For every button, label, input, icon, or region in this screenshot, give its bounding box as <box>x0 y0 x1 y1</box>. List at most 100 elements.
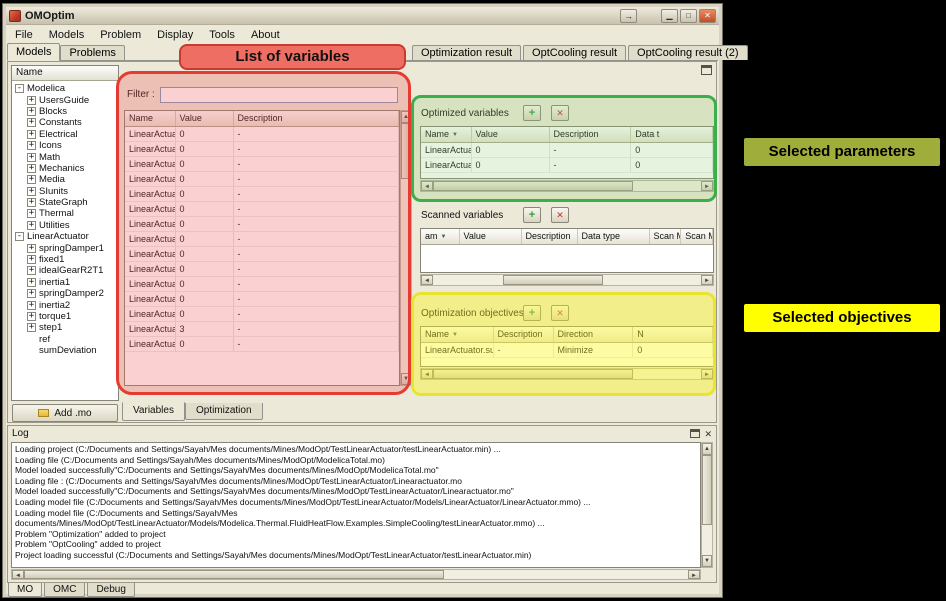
tree-expander-icon[interactable]: + <box>27 301 36 310</box>
tree-expander-icon[interactable]: + <box>27 278 36 287</box>
cell-description[interactable]: - <box>233 231 399 246</box>
remove-objective-button[interactable]: ✕ <box>551 305 569 321</box>
tree-item[interactable]: + Blocks <box>12 106 118 117</box>
tree-item[interactable]: + inertia1 <box>12 277 118 288</box>
cell-value[interactable]: 0 <box>175 261 233 276</box>
scrollbar-thumb[interactable] <box>433 369 633 379</box>
variable-row[interactable]: LinearActuator.springDamper2.stateSelect… <box>125 321 399 336</box>
cell-value[interactable]: 0 <box>175 141 233 156</box>
menu-item[interactable]: Tools <box>201 28 243 42</box>
cell-description[interactable]: - <box>233 201 399 216</box>
optimized-hscrollbar[interactable]: ◄ ► <box>420 180 714 192</box>
tree-item[interactable]: + Media <box>12 174 118 185</box>
objective-row[interactable]: LinearActuator.sumDeviation - Minimize 0 <box>421 342 713 357</box>
cell-description[interactable]: - <box>549 142 631 157</box>
cell-value[interactable]: 0 <box>175 171 233 186</box>
cell-description[interactable]: - <box>233 336 399 351</box>
tree-item[interactable]: + idealGearR2T1 <box>12 265 118 276</box>
cell-name[interactable]: LinearActuator.springDamper2.tau <box>125 306 175 321</box>
cell-description[interactable]: - <box>233 186 399 201</box>
cell-value[interactable]: 0 <box>471 142 549 157</box>
tree-expander-icon[interactable]: + <box>27 244 36 253</box>
maximize-button[interactable]: □ <box>680 9 697 23</box>
scroll-left-icon[interactable]: ◄ <box>421 275 433 285</box>
log-hscrollbar[interactable]: ◄ ► <box>11 569 701 580</box>
cell-value[interactable]: 0 <box>175 306 233 321</box>
cell-n[interactable]: 0 <box>633 342 713 357</box>
column-header[interactable]: Data t <box>631 127 713 142</box>
scrollbar-track[interactable] <box>444 570 688 579</box>
scroll-right-icon[interactable]: ► <box>701 369 713 379</box>
cell-value[interactable]: 0 <box>175 201 233 216</box>
cell-name[interactable]: LinearActuator.step1.offset <box>125 246 175 261</box>
cell-value[interactable]: 0 <box>175 231 233 246</box>
tree-item[interactable]: - LinearActuator <box>12 231 118 242</box>
column-header[interactable]: Description <box>493 327 553 342</box>
optimized-variable-row[interactable]: LinearActuator.springDamper2.d 0 - 0 <box>421 142 713 157</box>
column-header[interactable]: Scan M <box>681 229 713 244</box>
cell-description[interactable]: - <box>233 291 399 306</box>
cell-name[interactable]: LinearActuator.torque1.flange_b.tau <box>125 141 175 156</box>
variable-row[interactable]: LinearActuator.torque1.flange_b.phi 0 - <box>125 156 399 171</box>
cell-name[interactable]: LinearActuator.sumDeviation <box>421 342 493 357</box>
cell-name[interactable]: LinearActuator.step1.y <box>125 216 175 231</box>
variable-row[interactable]: LinearActuator.torque1.tau 0 - <box>125 126 399 141</box>
tree-item[interactable]: + SIunits <box>12 186 118 197</box>
tree-expander-icon[interactable]: + <box>27 266 36 275</box>
cell-description[interactable]: - <box>233 171 399 186</box>
cell-direction[interactable]: Minimize <box>553 342 633 357</box>
tree-item[interactable]: + inertia2 <box>12 299 118 310</box>
close-log-icon[interactable]: ✕ <box>704 429 712 439</box>
cell-description[interactable]: - <box>233 306 399 321</box>
cell-value[interactable]: 0 <box>175 216 233 231</box>
scroll-down-icon[interactable]: ▼ <box>401 373 411 385</box>
tree-item[interactable]: + Utilities <box>12 220 118 231</box>
tree-item[interactable]: + Math <box>12 151 118 162</box>
scrollbar-track[interactable] <box>633 181 701 191</box>
cell-value[interactable]: 0 <box>175 246 233 261</box>
column-header[interactable]: Description <box>549 127 631 142</box>
tree-item[interactable]: + Electrical <box>12 129 118 140</box>
column-header[interactable]: Name▼ <box>421 327 493 342</box>
cell-value[interactable]: 0 <box>175 156 233 171</box>
scroll-left-icon[interactable]: ◄ <box>421 369 433 379</box>
scrollbar-track[interactable] <box>401 179 411 373</box>
column-header[interactable]: Scan Minimum <box>649 229 681 244</box>
tree-expander-icon[interactable]: + <box>27 153 36 162</box>
tab-mo[interactable]: MO <box>8 583 42 597</box>
tree-item[interactable]: + springDamper2 <box>12 288 118 299</box>
tree-expander-icon[interactable]: + <box>27 187 36 196</box>
add-scanned-variable-button[interactable]: + <box>523 207 541 223</box>
tab-models[interactable]: Models <box>7 43 60 61</box>
scrollbar-thumb[interactable] <box>702 455 712 525</box>
cell-description[interactable]: - <box>233 126 399 141</box>
tree-item[interactable]: + Mechanics <box>12 163 118 174</box>
variable-row[interactable]: LinearActuator.springDamper2.phi_rel_sta… <box>125 336 399 351</box>
scrollbar-track[interactable] <box>633 369 701 379</box>
scrollbar-track[interactable] <box>603 275 701 285</box>
tab-omc[interactable]: OMC <box>44 583 85 597</box>
tab-problems[interactable]: Problems <box>60 45 124 60</box>
titlebar[interactable]: OMOptim → ▁ □ ✕ <box>6 7 719 25</box>
variable-row[interactable]: LinearActuator.sumDeviation 0 - <box>125 201 399 216</box>
tree-expander-icon[interactable]: + <box>27 209 36 218</box>
cell-name[interactable]: LinearActuator.torque1.bearing.phi <box>125 186 175 201</box>
tree-expander-icon[interactable]: + <box>27 289 36 298</box>
scroll-right-icon[interactable]: ► <box>701 275 713 285</box>
tree-expander-icon[interactable]: + <box>27 164 36 173</box>
cell-name[interactable]: LinearActuator.sumDeviation <box>125 201 175 216</box>
cell-value[interactable]: 0 <box>471 157 549 172</box>
tree-expander-icon[interactable]: + <box>27 107 36 116</box>
remove-scanned-variable-button[interactable]: ✕ <box>551 207 569 223</box>
tab-optimization[interactable]: Optimization <box>185 403 263 420</box>
cell-name[interactable]: LinearActuator.springDamper1.d <box>421 157 471 172</box>
result-tab[interactable]: Optimization result <box>412 45 521 60</box>
variable-row[interactable]: LinearActuator.torque1.flange_b.tau 0 - <box>125 141 399 156</box>
variable-row[interactable]: LinearActuator.torque1.bearing.tau 0 - <box>125 171 399 186</box>
scroll-right-icon[interactable]: ► <box>688 570 700 579</box>
tree-expander-icon[interactable]: + <box>27 175 36 184</box>
tree-item[interactable]: sumDeviation <box>12 345 118 356</box>
column-header[interactable]: N <box>633 327 713 342</box>
tab-variables[interactable]: Variables <box>122 402 185 421</box>
forward-arrow-button[interactable]: → <box>620 9 637 23</box>
